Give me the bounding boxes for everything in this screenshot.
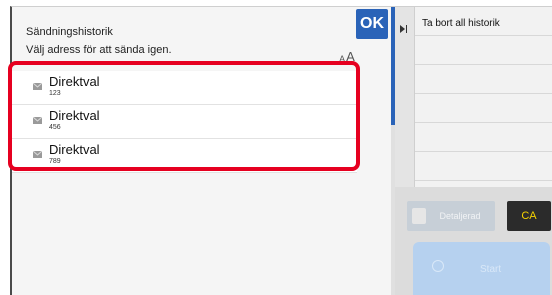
instruction-text: Välj adress för att sända igen. (26, 44, 172, 56)
menu-item-empty (415, 36, 552, 65)
history-item-3[interactable]: Direktval 789 (12, 139, 357, 173)
start-label: Start (480, 264, 502, 275)
history-item-number: 789 (49, 158, 61, 165)
play-bar-icon (406, 25, 407, 33)
menu-item-empty (415, 123, 552, 152)
envelope-icon (33, 151, 42, 158)
menu-item-label: Ta bort all historik (422, 18, 500, 29)
history-list: Direktval 123 Direktval 456 Direktval 78… (12, 67, 357, 173)
page-title: Sändningshistorik (26, 26, 113, 38)
history-item-2[interactable]: Direktval 456 (12, 105, 357, 139)
action-menu: Ta bort all historik (415, 7, 552, 187)
history-item-number: 123 (49, 90, 61, 97)
menu-item-empty (415, 152, 552, 181)
detail-view-label: Detaljerad (439, 211, 481, 221)
history-item-1[interactable]: Direktval 123 (12, 71, 357, 105)
menu-item-empty (415, 94, 552, 123)
detail-view-button[interactable]: Detaljerad (407, 201, 495, 231)
text-size-icon[interactable]: AA (336, 46, 358, 64)
history-item-name: Direktval (49, 142, 100, 157)
envelope-icon (33, 83, 42, 90)
history-item-name: Direktval (49, 74, 100, 89)
history-item-number: 456 (49, 124, 61, 131)
clear-all-button[interactable]: CA (507, 201, 551, 231)
start-button[interactable]: Start (413, 242, 550, 295)
play-arrow-icon (400, 25, 405, 33)
menu-item-delete-all-history[interactable]: Ta bort all historik (415, 7, 552, 36)
ok-button[interactable]: OK (356, 9, 388, 39)
menu-item-empty (415, 65, 552, 94)
document-icon (412, 208, 426, 224)
start-icon (432, 260, 444, 272)
envelope-icon (33, 117, 42, 124)
action-panel-toggle[interactable] (395, 7, 415, 187)
history-item-name: Direktval (49, 108, 100, 123)
